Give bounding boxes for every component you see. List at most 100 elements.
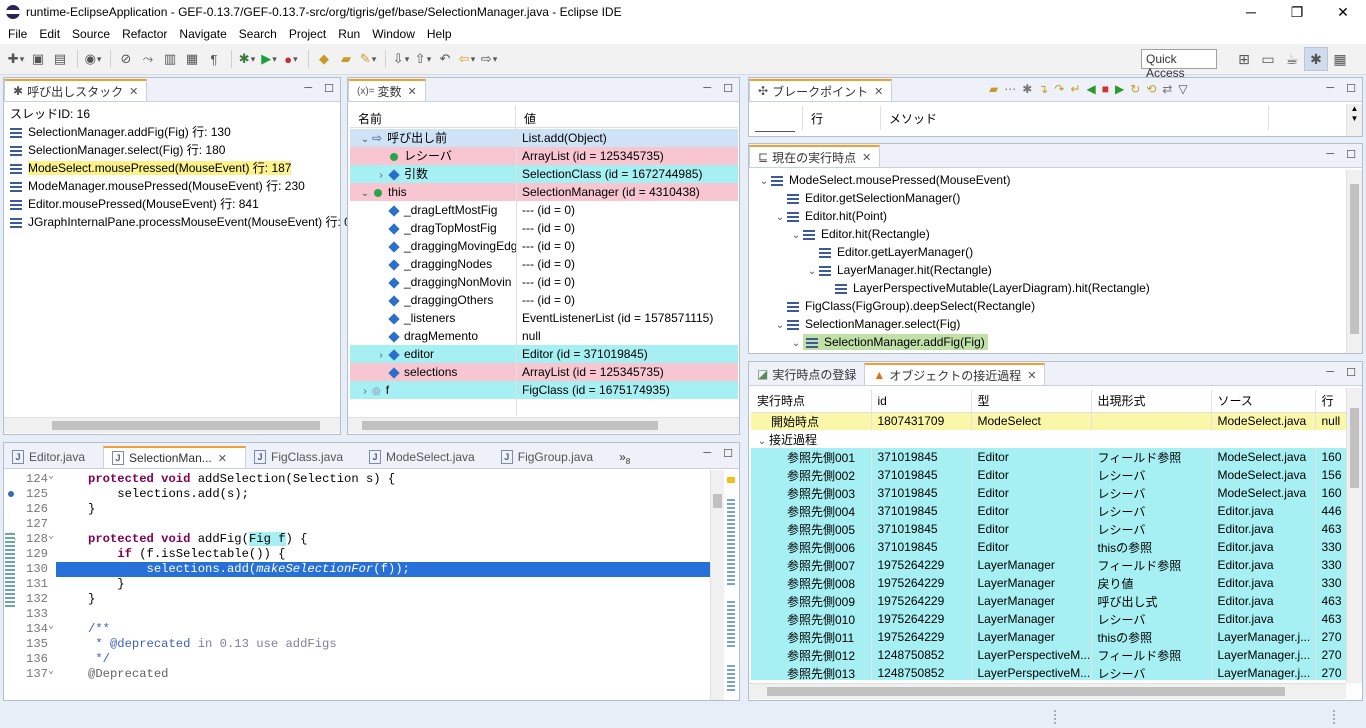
exec-tree-node[interactable]: ⌄ LayerManager.hit(Rectangle) <box>753 261 1344 279</box>
close-icon[interactable]: ✕ <box>408 85 417 98</box>
column-header-line[interactable]: 行 <box>803 106 881 130</box>
code-line[interactable]: if (f.isSelectable()) { <box>88 547 285 561</box>
maximize-icon[interactable]: ☐ <box>1346 366 1356 379</box>
close-icon[interactable]: ✕ <box>218 452 227 465</box>
variable-row[interactable]: _draggingOthers --- (id = 0) <box>350 291 738 309</box>
expand-toggle-icon[interactable]: ⌄ <box>358 131 372 147</box>
code-line[interactable]: @Deprecated <box>88 667 168 681</box>
exec-tree-node[interactable]: ⌄ Editor.hit(Point) <box>753 207 1344 225</box>
step-filter-icon[interactable]: ↻ <box>1130 82 1140 96</box>
skip-breakpoints-icon[interactable]: ⊘ <box>116 49 136 69</box>
open-perspective-icon[interactable]: ◉ <box>83 49 103 69</box>
variable-row[interactable]: dragMemento null <box>350 327 738 345</box>
code-line[interactable]: } <box>88 592 95 606</box>
next-annotation-icon[interactable]: ⇩ <box>391 49 411 69</box>
menu-search[interactable]: Search <box>233 27 283 41</box>
menu-run[interactable]: Run <box>332 27 366 41</box>
resume-icon[interactable]: ⤳ <box>138 49 158 69</box>
drop-frame-icon[interactable]: ◀ <box>1086 82 1095 96</box>
new-icon[interactable]: ✚ <box>6 49 26 69</box>
exec-tree-node[interactable]: LayerPerspectiveMutable(LayerDiagram).hi… <box>753 279 1344 297</box>
exec-tree-node[interactable]: Editor.getSelectionManager() <box>753 189 1344 207</box>
back-icon[interactable]: ⇦ <box>457 49 477 69</box>
group-row[interactable]: ⌄ 接近過程 <box>751 430 1346 448</box>
editor-tab[interactable]: J FigGroup.java <box>493 446 611 468</box>
table-row[interactable]: 参照先側004 371019845 Editor レシーバ Editor.java 446 <box>751 502 1346 520</box>
expand-toggle-icon[interactable]: › <box>358 383 372 399</box>
table-row[interactable]: 参照先側006 371019845 Editor thisの参照 Editor.java… <box>751 538 1346 556</box>
resource-perspective-icon[interactable]: ▭ <box>1256 47 1280 71</box>
code-line[interactable]: } <box>88 577 124 591</box>
stack-frame[interactable]: ModeManager.mousePressed(MouseEvent) 行: … <box>6 177 338 195</box>
code-line[interactable]: selections.add(makeSelectionFor(f)); <box>88 562 410 576</box>
column-header-value[interactable]: 値 <box>516 106 544 127</box>
tab-overflow[interactable]: » 8 <box>611 446 638 468</box>
tab-object-approach[interactable]: ▲ オブジェクトの接近過程 ✕ <box>864 363 1046 385</box>
close-icon[interactable]: ✕ <box>129 85 138 98</box>
minimize-icon[interactable]: ─ <box>1326 82 1334 95</box>
skip-all-icon[interactable]: ✱ <box>1022 82 1032 96</box>
variable-row[interactable]: _draggingMovingEdg --- (id = 0) <box>350 237 738 255</box>
table-row[interactable]: 開始時点 1807431709 ModeSelect ModeSelect.java n… <box>751 412 1346 430</box>
variable-row[interactable]: _dragTopMostFig --- (id = 0) <box>350 219 738 237</box>
tab-current-exec[interactable]: ⊑ 現在の実行時点 ✕ <box>749 145 881 167</box>
minimize-icon[interactable]: ─ <box>304 82 312 95</box>
menu-navigate[interactable]: Navigate <box>173 27 232 41</box>
use-step-filters-icon[interactable]: ⟲ <box>1146 82 1156 96</box>
code-line[interactable]: * @deprecated in 0.13 use addFigs <box>88 637 336 651</box>
variable-row[interactable]: _dragLeftMostFig --- (id = 0) <box>350 201 738 219</box>
table-row[interactable]: 参照先側012 1248750852 LayerPerspectiveM... フィー… <box>751 646 1346 664</box>
minimize-button[interactable]: ─ <box>1228 0 1274 24</box>
code-line[interactable]: selections.add(s); <box>88 487 249 501</box>
view-menu-icon[interactable]: ▽ <box>1178 82 1187 96</box>
maximize-button[interactable]: ❐ <box>1274 0 1320 24</box>
exec-tree-node[interactable]: ⌄ ModeSelect.mousePressed(MouseEvent) <box>753 171 1344 189</box>
editor-tab[interactable]: J FigClass.java <box>246 446 361 468</box>
save-all-icon[interactable]: ▤ <box>50 49 70 69</box>
menu-source[interactable]: Source <box>66 27 116 41</box>
variable-row[interactable]: › ◎ f FigClass (id = 1675174935) <box>350 381 738 399</box>
external-tools-icon[interactable]: ● <box>281 49 301 69</box>
close-icon[interactable]: ✕ <box>874 85 883 98</box>
fold-toggle-icon[interactable]: ⌄ <box>48 620 54 632</box>
expand-toggle-icon[interactable]: › <box>374 167 388 183</box>
column-header[interactable]: id <box>871 390 972 413</box>
disconnect-icon[interactable]: ¶ <box>204 49 224 69</box>
java-perspective-icon[interactable]: ☕ <box>1280 47 1304 71</box>
suspend-icon[interactable]: ▥ <box>160 49 180 69</box>
column-header[interactable]: 型 <box>971 390 1092 413</box>
close-icon[interactable]: ✕ <box>862 151 871 164</box>
editor-tab[interactable]: J SelectionMan... ✕ <box>103 446 246 468</box>
menu-edit[interactable]: Edit <box>33 27 66 41</box>
debug-icon[interactable]: ✱ <box>237 49 257 69</box>
table-row[interactable]: 参照先側010 1975264229 LayerManager レシーバ Editor.… <box>751 610 1346 628</box>
expand-toggle-icon[interactable]: ⌄ <box>358 185 372 201</box>
expand-toggle-icon[interactable]: ⌄ <box>755 436 769 447</box>
quick-access-field[interactable]: Quick Access <box>1141 49 1217 80</box>
tab-breakpoints[interactable]: ✣ ブレークポイント ✕ <box>749 79 893 101</box>
open-folder-icon[interactable]: ▰ <box>336 49 356 69</box>
exec-tree-node[interactable]: ⌄ SelectionManager.addFig(Fig) <box>753 333 1344 351</box>
code-line[interactable]: protected void addFig(Fig f) { <box>88 532 307 546</box>
editor-tab[interactable]: J Editor.java <box>4 446 103 468</box>
close-button[interactable]: ✕ <box>1320 0 1366 24</box>
table-row[interactable]: 参照先側001 371019845 Editor フィールド参照 ModeSelect.… <box>751 448 1346 466</box>
column-header[interactable]: 出現形式 <box>1091 390 1212 413</box>
maximize-icon[interactable]: ☐ <box>723 447 733 460</box>
maximize-icon[interactable]: ☐ <box>723 82 733 95</box>
editor-tab[interactable]: J ModeSelect.java <box>361 446 493 468</box>
minimize-icon[interactable]: ─ <box>703 82 711 95</box>
variable-row[interactable]: › 引数 SelectionClass (id = 1672744985) <box>350 165 738 183</box>
forward-icon[interactable]: ⇨ <box>479 49 499 69</box>
exec-tree-node[interactable]: ⌄ SelectionManager.select(Fig) <box>753 315 1344 333</box>
variable-row[interactable]: レシーバ ArrayList (id = 125345735) <box>350 147 738 165</box>
exec-tree-node[interactable]: ⌄ Editor.hit(Rectangle) <box>753 225 1344 243</box>
expand-toggle-icon[interactable]: ⌄ <box>789 335 803 353</box>
column-header-name[interactable]: 名前 <box>350 106 516 127</box>
table-row[interactable]: 参照先側008 1975264229 LayerManager 戻り値 Editor.j… <box>751 574 1346 592</box>
column-header[interactable]: 実行時点 <box>751 390 872 413</box>
terminate-icon[interactable]: ■ <box>1102 82 1109 96</box>
terminate-icon[interactable]: ▦ <box>182 49 202 69</box>
custom-perspective-icon[interactable]: ▦ <box>1328 47 1352 71</box>
variable-row[interactable]: ⌄ this SelectionManager (id = 4310438) <box>350 183 738 201</box>
